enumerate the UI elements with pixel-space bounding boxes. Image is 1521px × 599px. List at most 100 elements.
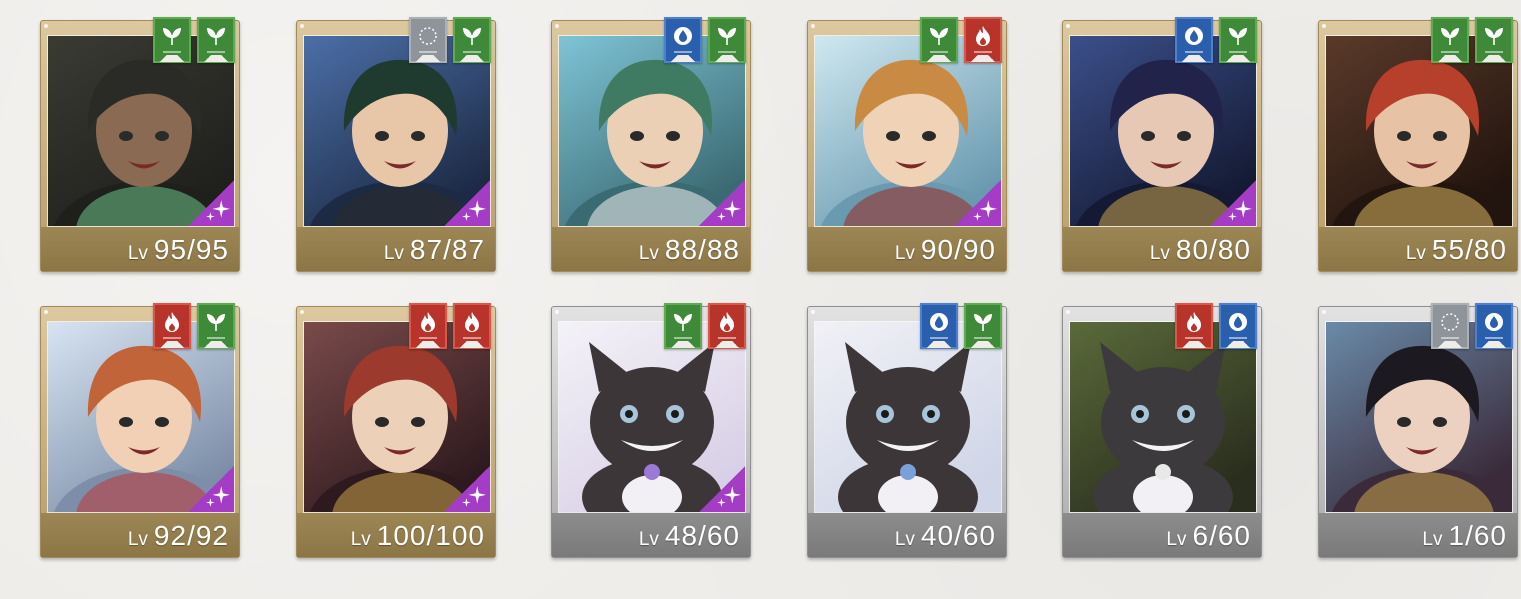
green-leaf-icon (964, 303, 1002, 349)
sparkle-badge-icon (699, 466, 745, 512)
flag-underline (1229, 337, 1247, 339)
level-tag: Lv (1166, 529, 1187, 550)
character-card[interactable]: Lv 95/95 (40, 17, 240, 272)
dark-long-hair-character-portrait (47, 35, 235, 227)
level-tag: Lv (638, 529, 659, 550)
level-display: Lv 1/60 (1422, 520, 1507, 552)
attribute-flags (1175, 303, 1257, 349)
green-leaf-icon (1475, 17, 1513, 63)
cat-mascot-portrait (558, 321, 746, 513)
flag-underline (1485, 337, 1503, 339)
flag-underline (1441, 337, 1459, 339)
blue-drop-icon (1175, 17, 1213, 63)
level-value: 87/87 (409, 234, 485, 265)
level-value: 55/80 (1431, 234, 1507, 265)
gray-ring-icon (409, 17, 447, 63)
card-footer: Lv 90/90 (808, 227, 1006, 271)
blue-drop-icon (664, 17, 702, 63)
frame-rivet (44, 24, 48, 28)
level-value: 88/88 (664, 234, 740, 265)
stitched-headband-character-portrait (1069, 35, 1257, 227)
card-grid: Lv 95/95 Lv 87/87 Lv 88/88 Lv 90/90 Lv 80/80 Lv 55/… (40, 17, 1521, 580)
character-card[interactable]: Lv 87/87 (296, 17, 496, 272)
attribute-flags (920, 17, 1002, 63)
flag-underline (207, 51, 225, 53)
flag-underline (1185, 337, 1203, 339)
character-card[interactable]: Lv 40/60 (807, 303, 1007, 558)
frame-rivet (300, 310, 304, 314)
level-value: 80/80 (1175, 234, 1251, 265)
sparkle-badge-icon (955, 180, 1001, 226)
card-footer: Lv 92/92 (41, 513, 239, 557)
cat-mascot-wink-portrait (814, 321, 1002, 513)
level-tag: Lv (1149, 243, 1170, 264)
green-leaf-icon (453, 17, 491, 63)
level-display: Lv 48/60 (639, 520, 740, 552)
frame-rivet (811, 24, 815, 28)
level-display: Lv 90/90 (895, 234, 996, 266)
attribute-flags (664, 17, 746, 63)
level-value: 40/60 (920, 520, 996, 551)
frame-rivet (1322, 24, 1326, 28)
level-tag: Lv (127, 529, 148, 550)
character-card[interactable]: Lv 48/60 (551, 303, 751, 558)
level-tag: Lv (894, 529, 915, 550)
character-card[interactable]: Lv 6/60 (1062, 303, 1262, 558)
sparkle-badge-icon (699, 180, 745, 226)
flag-underline (1185, 51, 1203, 53)
level-display: Lv 100/100 (351, 520, 485, 552)
gray-ring-icon (1431, 303, 1469, 349)
level-display: Lv 95/95 (128, 234, 229, 266)
character-card[interactable]: Lv 80/80 (1062, 17, 1262, 272)
character-card[interactable]: Lv 100/100 (296, 303, 496, 558)
card-footer: Lv 100/100 (297, 513, 495, 557)
attribute-flags (153, 17, 235, 63)
attribute-flags (1431, 303, 1513, 349)
flag-underline (674, 337, 692, 339)
character-card[interactable]: Lv 90/90 (807, 17, 1007, 272)
flag-underline (930, 337, 948, 339)
flag-underline (419, 337, 437, 339)
white-hat-glasses-character-portrait (558, 35, 746, 227)
flag-underline (163, 337, 181, 339)
flag-underline (930, 51, 948, 53)
level-value: 100/100 (376, 520, 485, 551)
red-flame-icon (964, 17, 1002, 63)
card-footer: Lv 1/60 (1319, 513, 1517, 557)
card-footer: Lv 6/60 (1063, 513, 1261, 557)
flag-underline (1441, 51, 1459, 53)
sparkle-badge-icon (188, 466, 234, 512)
character-card[interactable]: Lv 88/88 (551, 17, 751, 272)
frame-rivet (811, 310, 815, 314)
gold-crown-character-portrait (1325, 321, 1513, 513)
flag-underline (463, 51, 481, 53)
flag-underline (718, 51, 736, 53)
level-tag: Lv (383, 243, 404, 264)
red-flame-icon (708, 303, 746, 349)
character-card[interactable]: Lv 55/80 (1318, 17, 1518, 272)
sparkle-badge-icon (444, 180, 490, 226)
frame-rivet (300, 24, 304, 28)
crimson-hair-character-portrait (303, 321, 491, 513)
flag-underline (1485, 51, 1503, 53)
card-footer: Lv 80/80 (1063, 227, 1261, 271)
attribute-flags (409, 17, 491, 63)
flag-underline (974, 51, 992, 53)
frame-rivet (555, 24, 559, 28)
green-leaf-icon (1431, 17, 1469, 63)
character-card[interactable]: Lv 92/92 (40, 303, 240, 558)
flag-underline (419, 51, 437, 53)
red-flame-icon (1175, 303, 1213, 349)
level-display: Lv 88/88 (639, 234, 740, 266)
attribute-flags (920, 303, 1002, 349)
blue-drop-icon (1475, 303, 1513, 349)
attribute-flags (664, 303, 746, 349)
character-card[interactable]: Lv 1/60 (1318, 303, 1518, 558)
level-value: 6/60 (1192, 520, 1251, 551)
blue-drop-icon (1219, 303, 1257, 349)
level-display: Lv 6/60 (1166, 520, 1251, 552)
green-leaf-icon (153, 17, 191, 63)
frame-rivet (555, 310, 559, 314)
top-hat-glasses-character-portrait (303, 35, 491, 227)
attribute-flags (409, 303, 491, 349)
